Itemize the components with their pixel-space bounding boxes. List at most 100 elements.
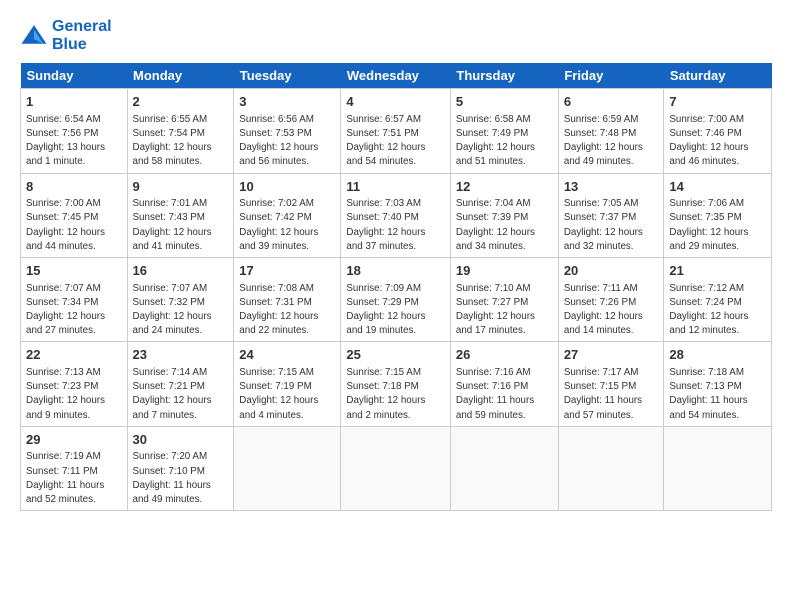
day-daylight-label: Daylight: 12 hoursand 22 minutes.: [239, 311, 318, 336]
day-daylight-label: Daylight: 12 hoursand 9 minutes.: [26, 395, 105, 420]
day-number: 11: [346, 178, 445, 196]
day-daylight-label: Daylight: 12 hoursand 27 minutes.: [26, 311, 105, 336]
day-number: 2: [133, 93, 229, 111]
logo: General Blue: [20, 18, 112, 53]
day-number: 6: [564, 93, 659, 111]
table-row: 7 Sunrise: 7:00 AM Sunset: 7:46 PM Dayli…: [664, 89, 772, 173]
day-number: 9: [133, 178, 229, 196]
day-sunrise: Sunrise: 7:15 AM: [346, 367, 421, 378]
table-row: 3 Sunrise: 6:56 AM Sunset: 7:53 PM Dayli…: [234, 89, 341, 173]
table-row: 19 Sunrise: 7:10 AM Sunset: 7:27 PM Dayl…: [450, 258, 558, 342]
day-daylight-label: Daylight: 12 hoursand 54 minutes.: [346, 142, 425, 167]
day-sunrise: Sunrise: 7:13 AM: [26, 367, 101, 378]
day-daylight-label: Daylight: 12 hoursand 37 minutes.: [346, 227, 425, 252]
day-sunrise: Sunrise: 7:10 AM: [456, 283, 531, 294]
day-sunset: Sunset: 7:24 PM: [669, 297, 741, 308]
day-daylight-label: Daylight: 12 hoursand 4 minutes.: [239, 395, 318, 420]
day-number: 15: [26, 262, 122, 280]
table-row: 16 Sunrise: 7:07 AM Sunset: 7:32 PM Dayl…: [127, 258, 234, 342]
day-sunrise: Sunrise: 7:11 AM: [564, 283, 638, 294]
day-daylight-label: Daylight: 12 hoursand 51 minutes.: [456, 142, 535, 167]
day-sunset: Sunset: 7:51 PM: [346, 128, 418, 139]
day-daylight-label: Daylight: 11 hoursand 57 minutes.: [564, 395, 642, 420]
day-number: 5: [456, 93, 553, 111]
table-row: 1 Sunrise: 6:54 AM Sunset: 7:56 PM Dayli…: [21, 89, 128, 173]
table-row: 27 Sunrise: 7:17 AM Sunset: 7:15 PM Dayl…: [558, 342, 664, 426]
day-number: 27: [564, 346, 659, 364]
day-sunrise: Sunrise: 7:06 AM: [669, 198, 744, 209]
day-sunrise: Sunrise: 7:07 AM: [133, 283, 208, 294]
table-row: 6 Sunrise: 6:59 AM Sunset: 7:48 PM Dayli…: [558, 89, 664, 173]
day-daylight-label: Daylight: 11 hoursand 52 minutes.: [26, 480, 104, 505]
table-row: 18 Sunrise: 7:09 AM Sunset: 7:29 PM Dayl…: [341, 258, 451, 342]
day-sunrise: Sunrise: 6:58 AM: [456, 114, 531, 125]
table-row: 25 Sunrise: 7:15 AM Sunset: 7:18 PM Dayl…: [341, 342, 451, 426]
day-sunset: Sunset: 7:42 PM: [239, 212, 311, 223]
table-row: 28 Sunrise: 7:18 AM Sunset: 7:13 PM Dayl…: [664, 342, 772, 426]
day-number: 24: [239, 346, 335, 364]
day-daylight-label: Daylight: 13 hoursand 1 minute.: [26, 142, 105, 167]
day-daylight-label: Daylight: 12 hoursand 2 minutes.: [346, 395, 425, 420]
day-daylight-label: Daylight: 12 hoursand 32 minutes.: [564, 227, 643, 252]
logo-icon: [20, 22, 48, 50]
day-sunrise: Sunrise: 7:16 AM: [456, 367, 531, 378]
day-daylight-label: Daylight: 12 hoursand 29 minutes.: [669, 227, 748, 252]
day-number: 20: [564, 262, 659, 280]
day-number: 7: [669, 93, 766, 111]
day-sunrise: Sunrise: 7:04 AM: [456, 198, 531, 209]
day-daylight-label: Daylight: 12 hoursand 34 minutes.: [456, 227, 535, 252]
logo-text: General Blue: [52, 18, 112, 53]
day-sunset: Sunset: 7:46 PM: [669, 128, 741, 139]
day-daylight-label: Daylight: 12 hoursand 12 minutes.: [669, 311, 748, 336]
day-sunset: Sunset: 7:18 PM: [346, 381, 418, 392]
day-daylight-label: Daylight: 12 hoursand 58 minutes.: [133, 142, 212, 167]
table-row: 20 Sunrise: 7:11 AM Sunset: 7:26 PM Dayl…: [558, 258, 664, 342]
day-daylight-label: Daylight: 12 hoursand 19 minutes.: [346, 311, 425, 336]
day-sunset: Sunset: 7:15 PM: [564, 381, 636, 392]
day-sunset: Sunset: 7:40 PM: [346, 212, 418, 223]
day-sunrise: Sunrise: 6:55 AM: [133, 114, 208, 125]
table-row: 11 Sunrise: 7:03 AM Sunset: 7:40 PM Dayl…: [341, 173, 451, 257]
day-sunset: Sunset: 7:37 PM: [564, 212, 636, 223]
day-sunrise: Sunrise: 6:56 AM: [239, 114, 314, 125]
day-sunset: Sunset: 7:21 PM: [133, 381, 205, 392]
table-row: 9 Sunrise: 7:01 AM Sunset: 7:43 PM Dayli…: [127, 173, 234, 257]
table-row: 14 Sunrise: 7:06 AM Sunset: 7:35 PM Dayl…: [664, 173, 772, 257]
table-row: [558, 426, 664, 510]
day-sunset: Sunset: 7:56 PM: [26, 128, 98, 139]
day-sunrise: Sunrise: 7:00 AM: [26, 198, 101, 209]
table-row: [234, 426, 341, 510]
day-sunrise: Sunrise: 7:12 AM: [669, 283, 744, 294]
day-sunset: Sunset: 7:26 PM: [564, 297, 636, 308]
day-number: 21: [669, 262, 766, 280]
calendar-table: SundayMondayTuesdayWednesdayThursdayFrid…: [20, 63, 772, 511]
day-daylight-label: Daylight: 12 hoursand 24 minutes.: [133, 311, 212, 336]
day-number: 14: [669, 178, 766, 196]
day-sunset: Sunset: 7:32 PM: [133, 297, 205, 308]
day-number: 26: [456, 346, 553, 364]
day-number: 25: [346, 346, 445, 364]
col-header-monday: Monday: [127, 63, 234, 89]
table-row: 22 Sunrise: 7:13 AM Sunset: 7:23 PM Dayl…: [21, 342, 128, 426]
table-row: 29 Sunrise: 7:19 AM Sunset: 7:11 PM Dayl…: [21, 426, 128, 510]
day-number: 23: [133, 346, 229, 364]
day-daylight-label: Daylight: 11 hoursand 49 minutes.: [133, 480, 211, 505]
day-sunrise: Sunrise: 7:15 AM: [239, 367, 314, 378]
table-row: 21 Sunrise: 7:12 AM Sunset: 7:24 PM Dayl…: [664, 258, 772, 342]
day-daylight-label: Daylight: 12 hoursand 14 minutes.: [564, 311, 643, 336]
day-number: 28: [669, 346, 766, 364]
day-number: 17: [239, 262, 335, 280]
day-sunset: Sunset: 7:16 PM: [456, 381, 528, 392]
day-sunrise: Sunrise: 6:57 AM: [346, 114, 421, 125]
day-sunset: Sunset: 7:19 PM: [239, 381, 311, 392]
table-row: [450, 426, 558, 510]
day-number: 4: [346, 93, 445, 111]
table-row: 24 Sunrise: 7:15 AM Sunset: 7:19 PM Dayl…: [234, 342, 341, 426]
day-sunrise: Sunrise: 7:08 AM: [239, 283, 314, 294]
day-number: 8: [26, 178, 122, 196]
col-header-wednesday: Wednesday: [341, 63, 451, 89]
day-daylight-label: Daylight: 12 hoursand 41 minutes.: [133, 227, 212, 252]
day-sunset: Sunset: 7:54 PM: [133, 128, 205, 139]
day-sunrise: Sunrise: 6:59 AM: [564, 114, 639, 125]
day-number: 1: [26, 93, 122, 111]
